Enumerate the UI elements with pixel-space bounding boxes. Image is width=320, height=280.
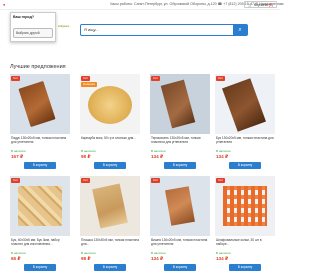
product-card[interactable]: Хит Термоясень 130x20x5 мм, тонкая пласт…	[150, 74, 210, 182]
product-image[interactable]	[215, 74, 275, 134]
product-card[interactable]: Хит Новинка Карнауба воск, 50 гр в хлопь…	[80, 74, 140, 182]
city-select-button[interactable]: Выбрать другой	[13, 28, 53, 38]
cart-count: (0)	[268, 3, 273, 7]
cart-button[interactable]: 🛒 Корзина (0)	[244, 1, 277, 8]
add-to-cart-button[interactable]: В корзину	[94, 162, 126, 169]
stock-status: В наличии	[11, 149, 26, 153]
search-button[interactable]: ⌕	[233, 25, 247, 35]
product-image[interactable]	[10, 176, 70, 236]
product-image[interactable]	[150, 176, 210, 236]
badge-hit: Хит	[81, 76, 91, 81]
product-image[interactable]	[215, 176, 275, 236]
product-title[interactable]: Карнауба воск, 50 гр в хлопьях для...	[81, 136, 139, 140]
product-image[interactable]	[10, 74, 70, 134]
badge-hit: Хит	[81, 178, 91, 183]
site-logo[interactable]: tsilyevo.	[58, 24, 78, 36]
product-title[interactable]: Падук 130x20x5 мм, тонкая пластина для у…	[11, 136, 69, 144]
stock-status: В наличии	[216, 251, 231, 255]
product-title[interactable]: Плашка 130x30x5 мм, тонкая пластина для.…	[81, 238, 139, 246]
product-title[interactable]: Бук 130x20x5 мм, тонкая пластина для угн…	[216, 136, 274, 144]
product-card[interactable]: Хит Бук 130x20x5 мм, тонкая пластина для…	[215, 74, 275, 182]
add-to-cart-button[interactable]: В корзину	[24, 162, 56, 169]
city-select-label: Выбрать другой	[16, 31, 40, 35]
city-popup: Ваш город? Выбрать другой	[10, 12, 56, 42]
cart-label: Корзина	[253, 3, 268, 7]
stock-status: В наличии	[151, 149, 166, 153]
add-to-cart-button[interactable]: В корзину	[164, 264, 196, 271]
badge-hit: Хит	[151, 76, 161, 81]
city-question: Ваш город?	[13, 15, 35, 19]
product-price: 65 ₽	[11, 256, 21, 261]
stock-status: В наличии	[11, 251, 26, 255]
product-title[interactable]: Бук, 40x30x5 мм. Бук 3мм, набор пластин …	[11, 238, 69, 246]
section-title: Лучшие предложения	[10, 64, 66, 70]
product-card[interactable]: Хит Вишня 130x20x5 мм, тонкая пластина д…	[150, 176, 210, 280]
product-price: 134 ₽	[216, 154, 229, 159]
add-to-cart-button[interactable]: В корзину	[24, 264, 56, 271]
product-image[interactable]	[150, 74, 210, 134]
product-title[interactable]: Термоясень 130x20x5 мм, тонкая пластина …	[151, 136, 209, 144]
search-icon: ⌕	[238, 27, 242, 33]
add-to-cart-button[interactable]: В корзину	[229, 162, 261, 169]
product-image[interactable]	[80, 176, 140, 236]
search-bar[interactable]: Я ищу... ⌕	[80, 24, 248, 36]
stock-status: В наличии	[216, 149, 231, 153]
badge-new: Новинка	[81, 82, 97, 87]
add-to-cart-button[interactable]: В корзину	[164, 162, 196, 169]
product-card[interactable]: Хит Плашка 130x30x5 мм, тонкая пластина …	[80, 176, 140, 280]
stock-status: В наличии	[81, 251, 96, 255]
stock-status: В наличии	[81, 149, 96, 153]
product-title[interactable]: Шлифовальные колки, 30 шт в наборе...	[216, 238, 274, 246]
product-price: 98 ₽	[81, 256, 91, 261]
badge-hit: Хит	[216, 76, 226, 81]
add-to-cart-button[interactable]: В корзину	[229, 264, 261, 271]
product-card[interactable]: Хит Падук 130x20x5 мм, тонкая пластина д…	[10, 74, 70, 182]
product-price: 134 ₽	[151, 154, 164, 159]
product-price: 98 ₽	[81, 154, 91, 159]
product-price: 134 ₽	[216, 256, 229, 261]
product-card[interactable]: Хит Шлифовальные колки, 30 шт в наборе..…	[215, 176, 275, 280]
search-input[interactable]: Я ищу...	[84, 27, 99, 32]
product-title[interactable]: Вишня 130x20x5 мм, тонкая пластина для у…	[151, 238, 209, 246]
add-to-cart-button[interactable]: В корзину	[94, 264, 126, 271]
product-card[interactable]: Хит Бук, 40x30x5 мм. Бук 3мм, набор плас…	[10, 176, 70, 280]
product-price: 167 ₽	[11, 154, 24, 159]
region-icon[interactable]: ●	[3, 3, 5, 7]
top-bar: Часы работы: Санкт-Петербург, ул. Обухов…	[0, 0, 284, 10]
product-price: 134 ₽	[151, 256, 164, 261]
badge-hit: Хит	[151, 178, 161, 183]
badge-hit: Хит	[11, 178, 21, 183]
stock-status: В наличии	[151, 251, 166, 255]
badge-hit: Хит	[11, 76, 21, 81]
badge-hit: Хит	[216, 178, 226, 183]
